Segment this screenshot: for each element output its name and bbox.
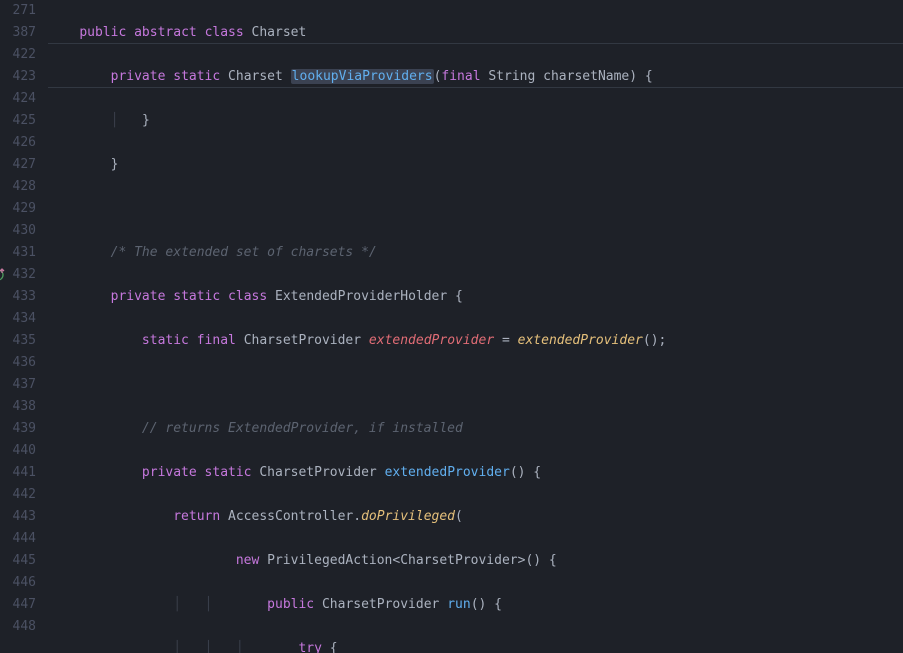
line-number: 423: [0, 66, 36, 88]
line-number: 439: [0, 418, 36, 440]
code-line: │ │ public CharsetProvider run() {: [48, 594, 903, 616]
method-name: run: [447, 597, 470, 612]
line-number: 271: [0, 0, 36, 22]
return-type: Charset: [228, 69, 283, 84]
sticky-header-class[interactable]: public abstract class Charset: [48, 22, 903, 44]
line-number: 447: [0, 594, 36, 616]
line-number: 432: [0, 264, 36, 286]
line-number: 445: [0, 550, 36, 572]
line-number: 428: [0, 176, 36, 198]
keyword: abstract: [134, 25, 197, 40]
code-line: private static CharsetProvider extendedP…: [48, 462, 903, 484]
code-line: │ }: [48, 110, 903, 132]
sticky-header-method[interactable]: private static Charset lookupViaProvider…: [48, 66, 903, 88]
line-number: 433: [0, 286, 36, 308]
static-call: extendedProvider: [518, 333, 643, 348]
class-name: Charset: [252, 25, 307, 40]
line-number: 444: [0, 528, 36, 550]
line-number: 446: [0, 572, 36, 594]
line-number: 435: [0, 330, 36, 352]
keyword: class: [205, 25, 244, 40]
keyword: private: [111, 69, 166, 84]
method-name: extendedProvider: [385, 465, 510, 480]
line-number: 387: [0, 22, 36, 44]
keyword: static: [173, 69, 220, 84]
code-line: [48, 198, 903, 220]
code-line: }: [48, 154, 903, 176]
line-number: 429: [0, 198, 36, 220]
code-area[interactable]: public abstract class Charset private st…: [48, 0, 903, 653]
line-number: 443: [0, 506, 36, 528]
code-line: new PrivilegedAction<CharsetProvider>() …: [48, 550, 903, 572]
code-line: │ │ │ try {: [48, 638, 903, 653]
line-number: 438: [0, 396, 36, 418]
line-comment: // returns ExtendedProvider, if installe…: [142, 421, 463, 436]
line-number: 426: [0, 132, 36, 154]
code-line: static final CharsetProvider extendedPro…: [48, 330, 903, 352]
highlighted-identifier: lookupViaProviders: [291, 69, 434, 84]
line-number: 425: [0, 110, 36, 132]
keyword: final: [441, 69, 480, 84]
line-number: 430: [0, 220, 36, 242]
code-line: return AccessController.doPrivileged(: [48, 506, 903, 528]
line-number: 440: [0, 440, 36, 462]
keyword: public: [79, 25, 126, 40]
line-number: 424: [0, 88, 36, 110]
code-line: // returns ExtendedProvider, if installe…: [48, 418, 903, 440]
line-number: 422: [0, 44, 36, 66]
line-number: 448: [0, 616, 36, 638]
code-line: [48, 374, 903, 396]
override-gutter-icon[interactable]: [0, 267, 6, 281]
line-number: 431: [0, 242, 36, 264]
line-number: 434: [0, 308, 36, 330]
code-line: private static class ExtendedProviderHol…: [48, 286, 903, 308]
code-line: /* The extended set of charsets */: [48, 242, 903, 264]
param-type: String: [488, 69, 535, 84]
static-call: doPrivileged: [361, 509, 455, 524]
line-number-gutter: 271 387 422 423 424 425 426 427 428 429 …: [0, 0, 48, 653]
line-number: 437: [0, 374, 36, 396]
static-field: extendedProvider: [369, 333, 494, 348]
line-number: 442: [0, 484, 36, 506]
line-number: 441: [0, 462, 36, 484]
param-name: charsetName: [543, 69, 629, 84]
line-number: 427: [0, 154, 36, 176]
block-comment: /* The extended set of charsets */: [111, 245, 377, 260]
line-number: 436: [0, 352, 36, 374]
code-editor[interactable]: 271 387 422 423 424 425 426 427 428 429 …: [0, 0, 903, 653]
